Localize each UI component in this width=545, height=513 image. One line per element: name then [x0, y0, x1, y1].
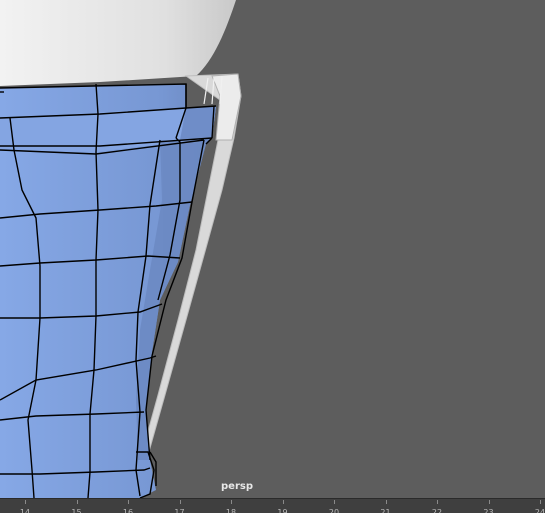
timeline-tick-mark [282, 500, 284, 504]
timeline-frame-label: 18 [225, 508, 237, 513]
timeline-frame-label: 20 [328, 508, 340, 513]
timeline-frame-label: 24 [534, 508, 545, 513]
timeline-tick-mark [385, 500, 387, 504]
timeline-tick-mark [179, 500, 181, 504]
timeline-frame-label: 16 [122, 508, 134, 513]
timeline-frame-label: 19 [277, 508, 288, 513]
timeline-frame-label: 15 [71, 508, 82, 513]
time-slider[interactable]: 14 15 16 17 18 19 20 21 22 23 24 [0, 498, 545, 513]
timeline-tick-mark [540, 500, 541, 504]
timeline-frame-label: 23 [483, 508, 494, 513]
timeline-tick-mark [488, 500, 490, 504]
timeline-tick-mark [437, 500, 438, 504]
scene-render [0, 0, 242, 498]
timeline-tick-mark [76, 500, 78, 504]
camera-name-label: persp [221, 481, 253, 492]
timeline-tick-mark [25, 500, 26, 504]
timeline-frame-label: 17 [174, 508, 185, 513]
3d-viewport[interactable]: persp [0, 0, 545, 498]
timeline-frame-label: 22 [431, 508, 443, 513]
timeline-tick-mark [128, 500, 129, 504]
outer-shell-surface [0, 0, 236, 86]
timeline-frame-label: 14 [19, 508, 31, 513]
timeline-tick-mark [334, 500, 335, 504]
timeline-frame-label: 21 [380, 508, 391, 513]
timeline-tick-mark [231, 500, 232, 504]
